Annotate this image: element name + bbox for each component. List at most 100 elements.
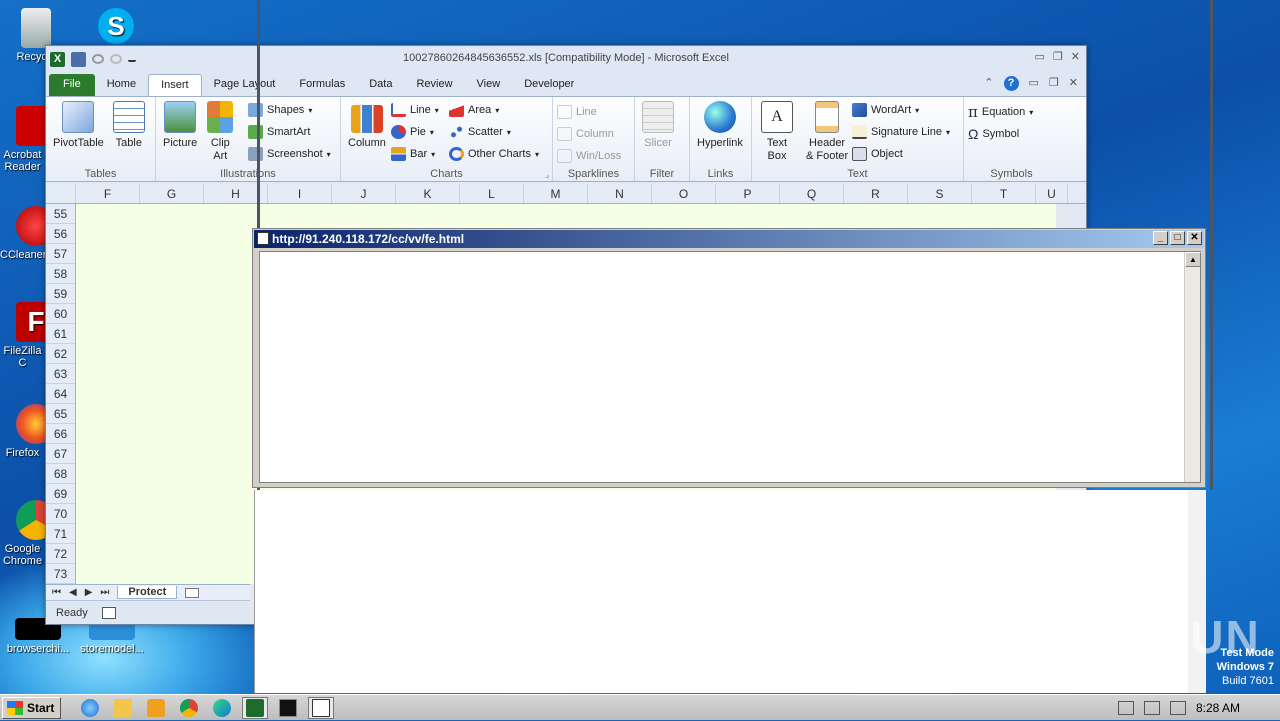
row-header[interactable]: 68	[46, 464, 75, 484]
column-header[interactable]: U	[1036, 184, 1068, 203]
column-header[interactable]: L	[460, 184, 524, 203]
column-header[interactable]: I	[268, 184, 332, 203]
column-header[interactable]: F	[76, 184, 140, 203]
first-sheet-icon[interactable]: ⏮	[52, 587, 61, 598]
sparkline-line-button[interactable]: Line	[557, 101, 630, 123]
hyperlink-button[interactable]: Hyperlink	[697, 101, 743, 150]
restore-icon[interactable]: ❐	[1053, 50, 1063, 63]
charts-dialog-launcher-icon[interactable]: ⌟	[545, 170, 549, 179]
row-header[interactable]: 56	[46, 224, 75, 244]
redo-icon[interactable]	[110, 54, 122, 64]
action-center-flag-icon[interactable]	[1117, 701, 1134, 715]
pie-chart-button[interactable]: Pie ▾	[391, 121, 439, 143]
scatter-chart-button[interactable]: Scatter ▾	[449, 121, 539, 143]
row-header[interactable]: 57	[46, 244, 75, 264]
popup-content[interactable]: ▲	[259, 251, 1201, 483]
select-all-corner[interactable]	[46, 184, 76, 203]
column-header[interactable]: R	[844, 184, 908, 203]
volume-icon[interactable]	[1169, 701, 1186, 715]
workbook-close-icon[interactable]: ✕	[1069, 76, 1078, 91]
undo-icon[interactable]	[92, 54, 104, 64]
table-button[interactable]: Table	[112, 101, 145, 150]
taskbar-explorer[interactable]	[110, 697, 136, 719]
tab-file[interactable]: File	[49, 74, 95, 96]
tab-developer[interactable]: Developer	[512, 74, 586, 96]
scroll-up-icon[interactable]: ▲	[1185, 252, 1201, 267]
row-header[interactable]: 65	[46, 404, 75, 424]
taskbar-edge[interactable]	[209, 697, 235, 719]
sparkline-winloss-button[interactable]: Win/Loss	[557, 145, 630, 167]
other-charts-button[interactable]: Other Charts ▾	[449, 143, 539, 165]
tab-formulas[interactable]: Formulas	[287, 74, 357, 96]
row-header[interactable]: 66	[46, 424, 75, 444]
bar-chart-button[interactable]: Bar ▾	[391, 143, 439, 165]
screenshot-button[interactable]: Screenshot ▾	[248, 143, 331, 165]
row-header[interactable]: 60	[46, 304, 75, 324]
column-chart-button[interactable]: Column	[348, 101, 386, 150]
shapes-button[interactable]: Shapes ▾	[248, 99, 331, 121]
tab-review[interactable]: Review	[404, 74, 464, 96]
popup-scrollbar[interactable]: ▲	[1184, 252, 1201, 482]
workbook-minimize-icon[interactable]: ▭	[1029, 76, 1039, 91]
row-header[interactable]: 62	[46, 344, 75, 364]
tab-data[interactable]: Data	[357, 74, 404, 96]
customize-qat-icon[interactable]	[128, 56, 136, 62]
excel-app-icon[interactable]: X	[50, 51, 65, 67]
clip-art-button[interactable]: Clip Art	[206, 101, 234, 163]
desktop-icon-skype[interactable]: S	[80, 8, 152, 47]
picture-button[interactable]: Picture	[163, 101, 197, 150]
sheet-tab-protect[interactable]: Protect	[117, 586, 178, 599]
column-header[interactable]: M	[524, 184, 588, 203]
prev-sheet-icon[interactable]: ◀	[69, 587, 77, 598]
row-header[interactable]: 71	[46, 524, 75, 544]
network-icon[interactable]	[1143, 701, 1160, 715]
close-icon[interactable]: ✕	[1071, 50, 1080, 63]
popup-maximize-button[interactable]: □	[1170, 231, 1185, 245]
symbol-button[interactable]: Ω Symbol	[968, 123, 1055, 145]
column-header[interactable]: Q	[780, 184, 844, 203]
pivottable-button[interactable]: PivotTable	[53, 101, 104, 150]
taskbar-popup[interactable]	[308, 696, 335, 719]
minimize-ribbon-icon[interactable]: ⌃	[984, 76, 993, 91]
tab-home[interactable]: Home	[95, 74, 148, 96]
last-sheet-icon[interactable]: ⏭	[100, 587, 109, 598]
column-header[interactable]: S	[908, 184, 972, 203]
area-chart-button[interactable]: Area ▾	[449, 99, 539, 121]
text-box-button[interactable]: A Text Box	[759, 101, 795, 163]
taskbar-ie[interactable]	[77, 697, 103, 719]
line-chart-button[interactable]: Line ▾	[391, 99, 439, 121]
column-header[interactable]: J	[332, 184, 396, 203]
row-header[interactable]: 63	[46, 364, 75, 384]
save-icon[interactable]	[71, 51, 86, 67]
macro-record-icon[interactable]	[101, 606, 116, 619]
row-header[interactable]: 59	[46, 284, 75, 304]
equation-button[interactable]: π Equation ▾	[968, 101, 1055, 123]
start-button[interactable]: Start	[2, 696, 62, 719]
help-icon[interactable]: ?	[1003, 76, 1019, 91]
taskbar-cmd[interactable]	[275, 697, 301, 719]
popup-window[interactable]: http://91.240.118.172/cc/vv/fe.html _ □ …	[252, 228, 1206, 488]
column-header[interactable]: G	[140, 184, 204, 203]
clock[interactable]: 8:28 AM	[1196, 701, 1240, 715]
popup-close-button[interactable]: ✕	[1187, 231, 1202, 245]
next-sheet-icon[interactable]: ▶	[85, 587, 93, 598]
row-header[interactable]: 69	[46, 484, 75, 504]
workbook-restore-icon[interactable]: ❐	[1049, 76, 1059, 91]
row-header[interactable]: 55	[46, 204, 75, 224]
tab-view[interactable]: View	[465, 74, 513, 96]
header-footer-button[interactable]: Header & Footer	[804, 101, 850, 163]
smartart-button[interactable]: SmartArt	[248, 121, 331, 143]
column-header[interactable]: P	[716, 184, 780, 203]
row-header[interactable]: 61	[46, 324, 75, 344]
column-header[interactable]: K	[396, 184, 460, 203]
column-header[interactable]: O	[652, 184, 716, 203]
row-header[interactable]: 70	[46, 504, 75, 524]
signature-line-button[interactable]: Signature Line ▾	[852, 121, 950, 143]
row-header[interactable]: 67	[46, 444, 75, 464]
wordart-button[interactable]: WordArt ▾	[852, 99, 950, 121]
taskbar-chrome[interactable]	[176, 697, 202, 719]
tab-page-layout[interactable]: Page Layout	[202, 74, 288, 96]
tab-insert[interactable]: Insert	[148, 74, 202, 96]
insert-sheet-icon[interactable]	[185, 587, 200, 598]
slicer-button[interactable]: Slicer	[642, 101, 674, 150]
